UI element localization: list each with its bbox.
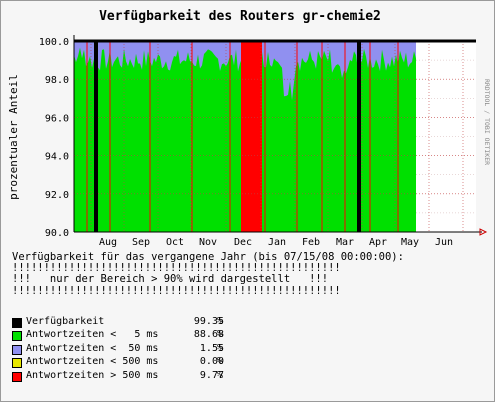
series-area-500ms-dec	[241, 41, 262, 232]
chart-title: Verfügbarkeit des Routers gr-chemie2	[99, 9, 381, 24]
info-line-3: !!! nur der Bereich > 90% wird dargestel…	[12, 273, 329, 286]
x-tick-label: Dec	[234, 237, 252, 248]
info-text: Verfügbarkeit für das vergangene Jahr (b…	[12, 251, 404, 297]
y-tick-label: 98.0	[45, 75, 69, 86]
x-tick-label: Feb	[302, 237, 320, 248]
x-tick-label: Jun	[435, 237, 453, 248]
x-tick-label: Sep	[132, 237, 150, 248]
rrdtool-credit: RRDTOOL / TOBI OETIKER	[483, 79, 491, 165]
legend-label: Antwortzeiten < 500 ms	[26, 356, 159, 368]
legend-swatch	[12, 344, 22, 355]
legend-unit: %	[217, 356, 224, 368]
legend-label: Antwortzeiten < 50 ms	[26, 342, 159, 354]
y-tick-label: 100.0	[39, 37, 69, 48]
x-tick-label: Mar	[336, 237, 354, 248]
legend-swatch	[12, 318, 22, 328]
y-tick-label: 90.0	[45, 228, 69, 239]
legend-label: Antwortzeiten > 500 ms	[26, 369, 159, 381]
y-tick-label: 92.0	[45, 190, 69, 201]
x-tick-label: Oct	[166, 237, 184, 248]
legend-unit: %	[217, 329, 224, 341]
legend-label: Antwortzeiten < 5 ms	[26, 329, 159, 341]
x-tick-label: Jan	[268, 237, 286, 248]
legend-swatch	[12, 358, 22, 369]
x-tick-label: May	[401, 237, 419, 248]
legend-unit: %	[217, 342, 224, 354]
legend-unit: %	[217, 316, 224, 327]
x-tick-label: Nov	[199, 237, 217, 248]
y-tick-label: 96.0	[45, 113, 69, 124]
y-tick-label: 94.0	[45, 152, 69, 163]
legend-swatch	[12, 371, 22, 382]
legend-swatch	[12, 331, 22, 342]
legend-unit: %	[217, 369, 224, 381]
series-availability-drop	[357, 41, 361, 232]
series-availability-drop	[94, 41, 98, 232]
availability-chart: Verfügbarkeit des Routers gr-chemie2 pro…	[7, 9, 491, 248]
info-line-4: !!!!!!!!!!!!!!!!!!!!!!!!!!!!!!!!!!!!!!!!…	[12, 284, 341, 297]
legend-label: Verfügbarkeit	[26, 316, 105, 327]
x-tick-label: Apr	[369, 237, 387, 248]
y-axis-label: prozentualer Anteil	[7, 74, 20, 200]
plot-area: 90.0 92.0 94.0 96.0 98.0 100.0 Aug Sep Oct Nov Dec…	[39, 35, 488, 248]
x-tick-label: Aug	[99, 237, 117, 248]
